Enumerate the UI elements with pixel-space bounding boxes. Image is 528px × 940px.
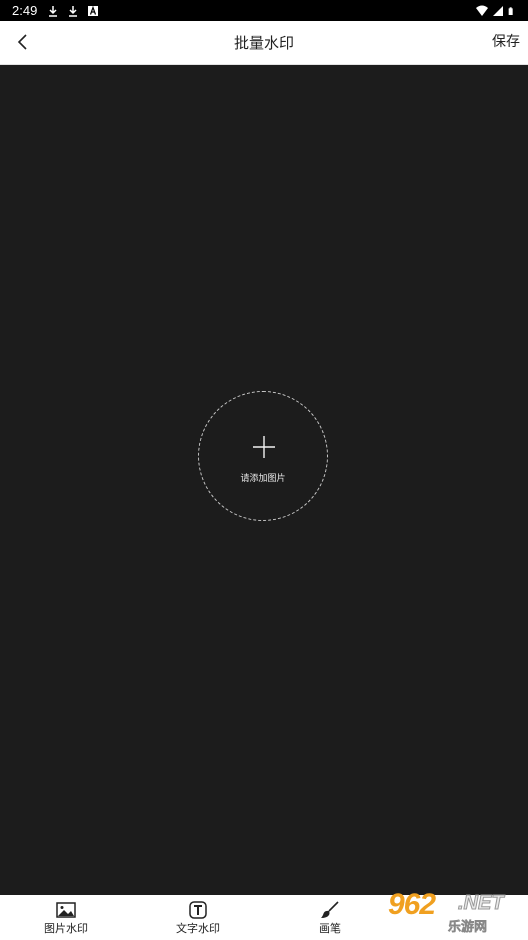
download-icon — [49, 5, 58, 17]
download-icon — [69, 5, 78, 17]
status-system-icons — [476, 0, 516, 21]
site-watermark: 962 .NET 乐游网 — [388, 888, 524, 936]
wifi-icon — [476, 5, 488, 16]
watermark-number: 962 — [388, 888, 436, 921]
status-bar: 2:49 — [0, 0, 528, 21]
chevron-left-icon — [17, 34, 27, 50]
tool-text-watermark[interactable]: 文字水印 — [132, 895, 264, 940]
save-button[interactable]: 保存 — [492, 31, 520, 51]
tool-image-watermark[interactable]: 图片水印 — [0, 895, 132, 940]
image-icon — [56, 902, 76, 918]
font-a-icon — [88, 5, 99, 16]
tool-image-watermark-label: 图片水印 — [44, 922, 88, 935]
cell-signal-icon — [493, 5, 503, 16]
page-title: 批量水印 — [233, 34, 294, 52]
back-button[interactable] — [8, 27, 38, 57]
brush-icon — [321, 901, 339, 918]
add-image-label: 请添加图片 — [240, 474, 286, 484]
tool-brush-label: 画笔 — [319, 922, 341, 935]
image-canvas: 请添加图片 — [0, 65, 528, 895]
status-notification-icons — [47, 5, 99, 17]
tool-brush[interactable]: 画笔 — [264, 895, 396, 940]
text-t-icon — [189, 901, 207, 919]
app-bar: 批量水印 保存 — [0, 21, 528, 65]
plus-icon — [253, 436, 275, 458]
watermark-net: .NET — [458, 892, 505, 915]
battery-icon — [508, 6, 513, 15]
status-time: 2:49 — [12, 3, 38, 18]
tool-text-watermark-label: 文字水印 — [176, 922, 220, 935]
add-image-button[interactable]: 请添加图片 — [198, 391, 328, 521]
watermark-sub: 乐游网 — [448, 920, 488, 936]
